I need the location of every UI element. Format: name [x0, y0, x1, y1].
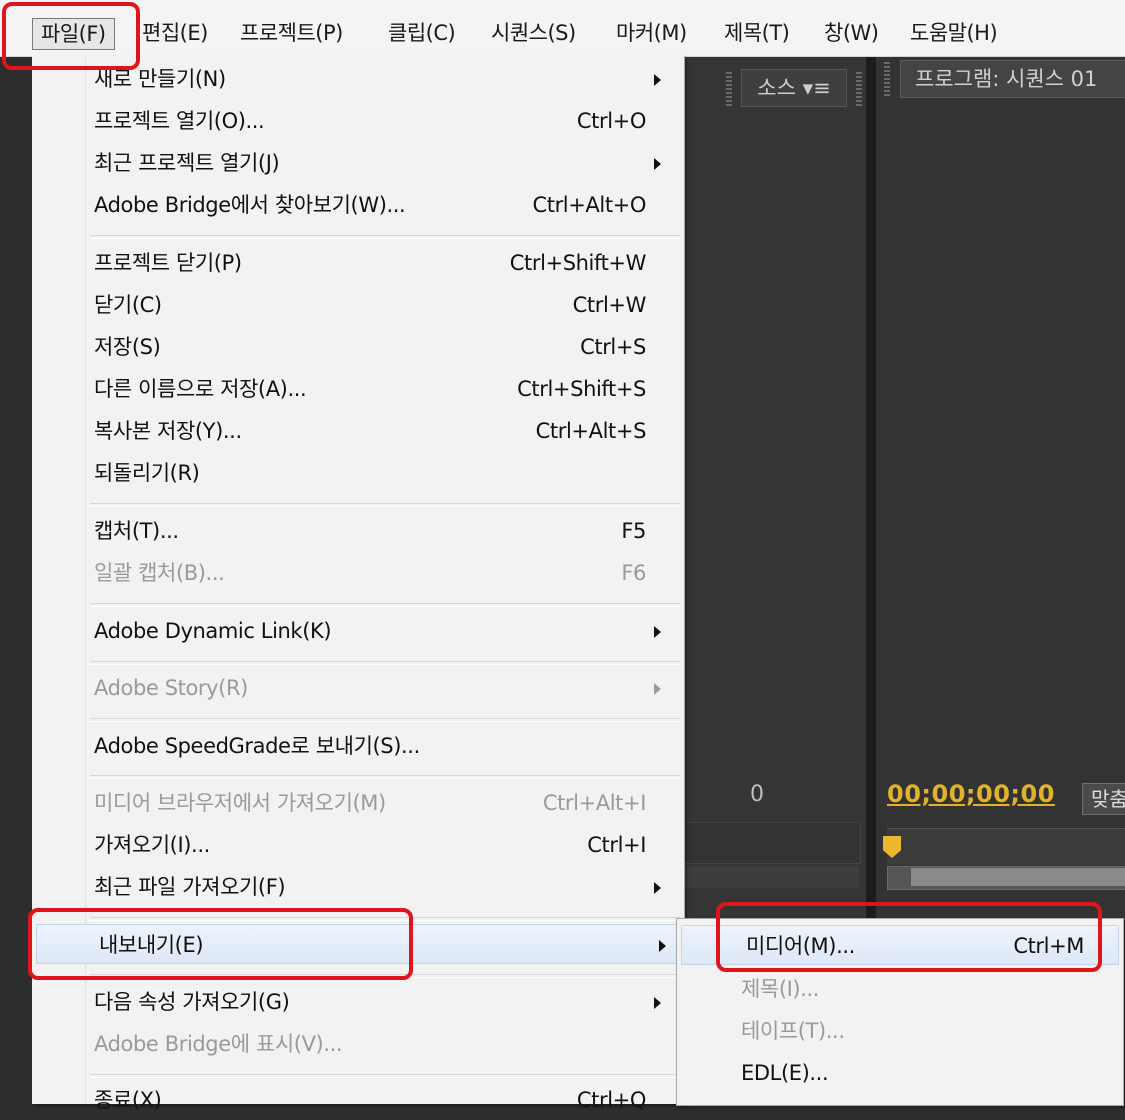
- submenu-item-title: 제목(I)...: [677, 969, 1123, 1009]
- scrollbar-thumb[interactable]: [911, 868, 1125, 886]
- menu-item-browse-bridge[interactable]: Adobe Bridge에서 찾아보기(W)... Ctrl+Alt+O: [32, 185, 684, 225]
- submenu-item-edl[interactable]: EDL(E)...: [677, 1053, 1123, 1093]
- menu-item-get-properties[interactable]: 다음 속성 가져오기(G): [32, 982, 684, 1022]
- submenu-arrow-icon: [659, 940, 666, 952]
- menu-item-shortcut: F5: [621, 519, 646, 543]
- menu-item-reveal-bridge: Adobe Bridge에 표시(V)...: [32, 1024, 684, 1064]
- annotation-file-menu: [2, 2, 140, 70]
- menu-item-label: Adobe Bridge에서 찾아보기(W)...: [94, 193, 406, 217]
- submenu-arrow-icon: [654, 158, 661, 170]
- menu-item-label: 종료(X): [94, 1088, 162, 1112]
- menu-item-revert[interactable]: 되돌리기(R): [32, 453, 684, 493]
- menu-item-shortcut: F6: [621, 561, 646, 585]
- menu-item-send-speedgrade[interactable]: Adobe SpeedGrade로 보내기(S)...: [32, 726, 684, 766]
- panel-grip-icon[interactable]: [726, 72, 732, 106]
- menu-item-label: Adobe Dynamic Link(K): [94, 619, 332, 643]
- menu-title[interactable]: 제목(T): [724, 16, 790, 50]
- menu-clip[interactable]: 클립(C): [388, 16, 456, 50]
- menu-item-import-media-browser: 미디어 브라우저에서 가져오기(M) Ctrl+Alt+I: [32, 783, 684, 823]
- menu-item-shortcut: Ctrl+Alt+O: [532, 193, 646, 217]
- menu-item-label: 일괄 캡처(B)...: [94, 561, 225, 585]
- menu-item-label: Adobe Bridge에 표시(V)...: [94, 1032, 343, 1056]
- menu-item-label: 캡처(T)...: [94, 519, 179, 543]
- menu-item-shortcut: Ctrl+Shift+S: [517, 377, 646, 401]
- menu-separator: [90, 775, 680, 779]
- menu-separator: [90, 1074, 680, 1078]
- menu-item-label: 되돌리기(R): [94, 461, 200, 485]
- menu-item-label: Adobe Story(R): [94, 676, 248, 700]
- menu-item-save[interactable]: 저장(S) Ctrl+S: [32, 327, 684, 367]
- menu-separator: [90, 235, 680, 239]
- menu-item-shortcut: Ctrl+O: [576, 109, 646, 133]
- menu-item-shortcut: Ctrl+Shift+W: [509, 251, 647, 275]
- menu-sequence[interactable]: 시퀀스(S): [491, 16, 576, 50]
- menu-item-open-recent-project[interactable]: 최근 프로젝트 열기(J): [32, 143, 684, 183]
- menu-separator: [90, 503, 680, 507]
- program-timeline-ruler[interactable]: [887, 828, 1125, 865]
- menu-item-label: 복사본 저장(Y)...: [94, 419, 242, 443]
- panel-grip-icon[interactable]: [884, 62, 890, 96]
- menu-separator: [90, 661, 680, 665]
- menu-item-label: 다음 속성 가져오기(G): [94, 990, 290, 1014]
- menu-help[interactable]: 도움말(H): [910, 16, 998, 50]
- menu-item-label: 최근 파일 가져오기(F): [94, 875, 286, 899]
- menu-item-open-project[interactable]: 프로젝트 열기(O)... Ctrl+O: [32, 101, 684, 141]
- menu-item-batch-capture: 일괄 캡처(B)... F6: [32, 553, 684, 593]
- menu-item-exit[interactable]: 종료(X) Ctrl+Q: [32, 1080, 684, 1120]
- menu-item-label: 닫기(C): [94, 293, 162, 317]
- menu-item-label: 다른 이름으로 저장(A)...: [94, 377, 307, 401]
- menu-separator: [90, 603, 680, 607]
- menu-item-import-recent-file[interactable]: 최근 파일 가져오기(F): [32, 867, 684, 907]
- menu-item-close[interactable]: 닫기(C) Ctrl+W: [32, 285, 684, 325]
- menu-project[interactable]: 프로젝트(P): [240, 16, 343, 50]
- menu-item-shortcut: Ctrl+Q: [576, 1088, 646, 1112]
- panel-grip-icon[interactable]: [856, 72, 862, 106]
- menu-item-label: 미디어 브라우저에서 가져오기(M): [94, 791, 386, 815]
- submenu-arrow-icon: [654, 997, 661, 1009]
- submenu-arrow-icon: [654, 882, 661, 894]
- fit-zoom-dropdown[interactable]: 맞춤: [1082, 783, 1125, 815]
- menu-item-label: 가져오기(I)...: [94, 833, 210, 857]
- submenu-arrow-icon: [654, 74, 661, 86]
- program-timecode[interactable]: 00;00;00;00: [887, 780, 1055, 808]
- menu-item-label: 프로젝트 열기(O)...: [94, 109, 265, 133]
- menu-item-shortcut: Ctrl+I: [587, 833, 646, 857]
- menu-window[interactable]: 창(W): [824, 16, 879, 50]
- menu-item-save-as[interactable]: 다른 이름으로 저장(A)... Ctrl+Shift+S: [32, 369, 684, 409]
- menu-bar: 파일(F) 편집(E) 프로젝트(P) 클립(C) 시퀀스(S) 마커(M) 제…: [0, 0, 1125, 57]
- menu-item-shortcut: Ctrl+Alt+S: [535, 419, 647, 443]
- source-scrollbar[interactable]: [683, 866, 859, 888]
- menu-separator: [90, 718, 680, 722]
- menu-item-save-copy[interactable]: 복사본 저장(Y)... Ctrl+Alt+S: [32, 411, 684, 451]
- tab-source[interactable]: 소스 ▾≡: [741, 69, 847, 107]
- menu-item-shortcut: Ctrl+S: [580, 335, 646, 359]
- submenu-item-tape: 테이프(T)...: [677, 1011, 1123, 1051]
- source-timeline-ruler[interactable]: [683, 822, 861, 864]
- menu-item-import[interactable]: 가져오기(I)... Ctrl+I: [32, 825, 684, 865]
- submenu-arrow-icon: [654, 683, 661, 695]
- menu-item-label: Adobe SpeedGrade로 보내기(S)...: [94, 734, 420, 758]
- menu-item-shortcut: Ctrl+Alt+I: [542, 791, 647, 815]
- menu-item-label: 프로젝트 닫기(P): [94, 251, 242, 275]
- submenu-arrow-icon: [654, 626, 661, 638]
- annotation-media-item: [716, 902, 1102, 972]
- menu-item-label: 테이프(T)...: [741, 1019, 845, 1043]
- menu-item-label: EDL(E)...: [741, 1061, 829, 1085]
- menu-marker[interactable]: 마커(M): [616, 16, 687, 50]
- menu-item-adobe-story: Adobe Story(R): [32, 668, 684, 708]
- menu-item-dynamic-link[interactable]: Adobe Dynamic Link(K): [32, 611, 684, 651]
- menu-item-label: 최근 프로젝트 열기(J): [94, 151, 280, 175]
- menu-item-shortcut: Ctrl+W: [572, 293, 647, 317]
- menu-item-close-project[interactable]: 프로젝트 닫기(P) Ctrl+Shift+W: [32, 243, 684, 283]
- source-time-readout: 0: [750, 782, 764, 807]
- annotation-export-item: [28, 908, 413, 980]
- menu-item-capture[interactable]: 캡처(T)... F5: [32, 511, 684, 551]
- tab-program-monitor[interactable]: 프로그램: 시퀀스 01: [900, 60, 1125, 98]
- menu-item-label: 저장(S): [94, 335, 161, 359]
- menu-edit[interactable]: 편집(E): [142, 16, 208, 50]
- menu-item-label: 제목(I)...: [741, 977, 820, 1001]
